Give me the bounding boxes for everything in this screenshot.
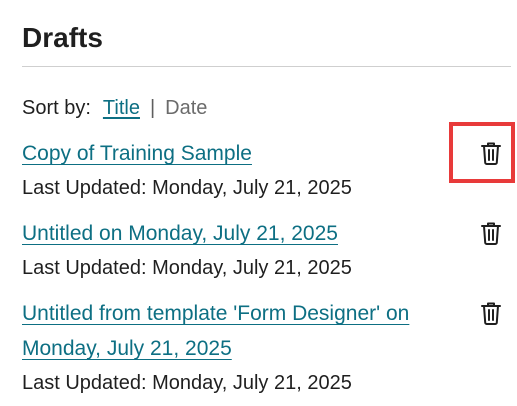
sort-bar: Sort by: Title | Date: [22, 95, 207, 121]
page-title: Drafts: [22, 22, 103, 53]
draft-last-updated: Last Updated: Monday, July 21, 2025: [22, 177, 352, 199]
sort-label: Sort by:: [22, 97, 91, 119]
draft-title-link[interactable]: Untitled on Monday, July 21, 2025: [22, 216, 454, 251]
sort-by-date-link[interactable]: Date: [165, 95, 207, 121]
sort-by-title-link[interactable]: Title: [103, 95, 140, 121]
trash-icon[interactable]: [478, 220, 504, 246]
draft-item: Copy of Training Sample Last Updated: Mo…: [22, 136, 512, 206]
drafts-panel: Drafts Sort by: Title | Date Copy of Tra…: [0, 0, 517, 406]
draft-title-link[interactable]: Untitled from template 'Form Designer' o…: [22, 296, 454, 366]
sort-separator: |: [149, 97, 156, 119]
trash-icon[interactable]: [478, 140, 504, 166]
draft-last-updated: Last Updated: Monday, July 21, 2025: [22, 257, 352, 279]
draft-last-updated: Last Updated: Monday, July 21, 2025: [22, 372, 352, 394]
divider: [22, 66, 511, 67]
draft-title-link[interactable]: Copy of Training Sample: [22, 136, 454, 171]
draft-item: Untitled from template 'Form Designer' o…: [22, 296, 512, 401]
trash-icon[interactable]: [478, 300, 504, 326]
draft-item: Untitled on Monday, July 21, 2025 Last U…: [22, 216, 512, 286]
